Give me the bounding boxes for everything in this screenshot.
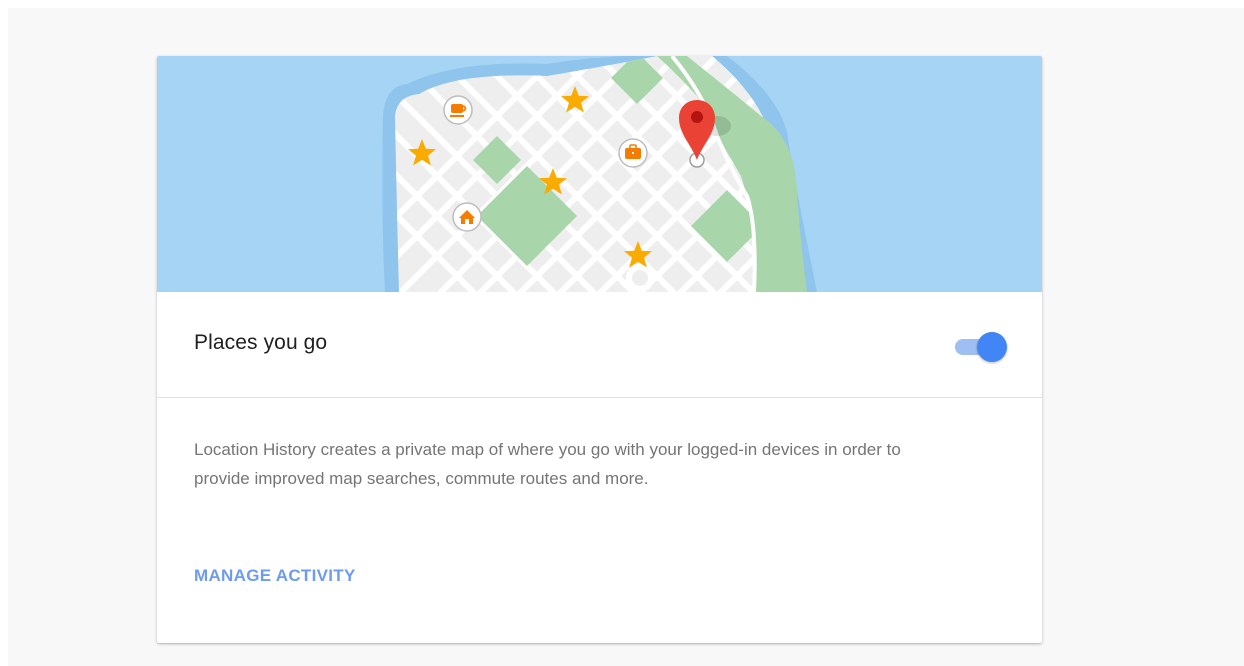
coffee-icon bbox=[443, 95, 473, 125]
setting-title: Places you go bbox=[194, 331, 328, 354]
location-history-card: Places you go Location History creates a… bbox=[157, 56, 1042, 643]
briefcase-icon bbox=[618, 138, 648, 168]
map-illustration bbox=[157, 56, 1042, 292]
manage-activity-link[interactable]: MANAGE ACTIVITY bbox=[194, 566, 356, 586]
location-history-toggle[interactable] bbox=[953, 331, 1007, 362]
toggle-thumb bbox=[977, 332, 1007, 362]
setting-description: Location History creates a private map o… bbox=[194, 440, 901, 488]
setting-header-row: Places you go bbox=[157, 292, 1042, 398]
home-icon bbox=[452, 202, 482, 232]
